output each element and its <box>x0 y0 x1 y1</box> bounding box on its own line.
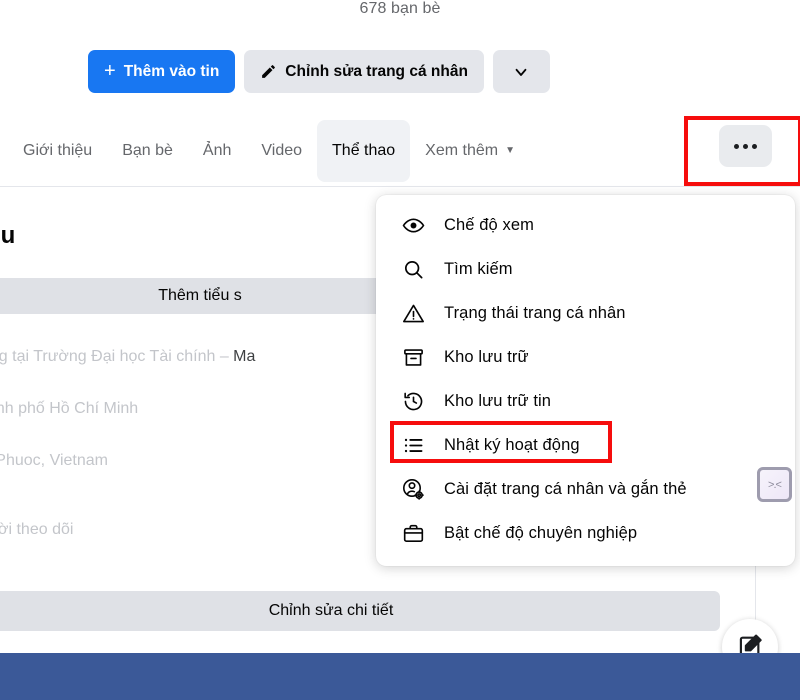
menu-item-kho-luu-tru[interactable]: Kho lưu trữ <box>382 335 789 379</box>
add-to-story-label: Thêm vào tin <box>123 62 220 80</box>
menu-item-label: Bật chế độ chuyên nghiệp <box>444 523 638 542</box>
menu-item-kho-luu-tru-tin[interactable]: Kho lưu trữ tin <box>382 379 789 423</box>
profile-more-menu: Chế độ xem Tìm kiếm Trạng thái trang cá … <box>376 195 795 566</box>
detail-text-solid: Ma <box>233 348 256 365</box>
add-bio-label: Thêm tiểu s <box>158 287 242 304</box>
emoji-face-icon: >.< <box>768 478 782 491</box>
more-actions-button[interactable] <box>492 50 550 93</box>
tab-ban-be[interactable]: Bạn bè <box>107 120 188 182</box>
menu-item-label: Trạng thái trang cá nhân <box>444 303 626 322</box>
profile-detail-hometown: n từ Bình Phuoc, Vietnam <box>0 452 108 470</box>
edit-details-label: Chỉnh sửa chi tiết <box>268 602 394 619</box>
ellipsis-icon <box>743 143 748 149</box>
menu-item-trang-thai-trang-ca-nhan[interactable]: Trạng thái trang cá nhân <box>382 291 789 335</box>
menu-item-che-do-xem[interactable]: Chế độ xem <box>382 203 789 247</box>
pencil-icon <box>260 63 277 80</box>
warning-triangle-icon <box>400 300 426 326</box>
menu-item-label: Chế độ xem <box>444 215 534 234</box>
menu-item-label: Cài đặt trang cá nhân và gắn thẻ <box>444 479 687 498</box>
profile-detail-location: ng tại Thành phố Hồ Chí Minh <box>0 400 138 418</box>
tab-label: Giới thiệu <box>23 142 93 159</box>
tab-label: Xem thêm <box>425 142 499 159</box>
menu-item-label: Kho lưu trữ <box>444 347 529 366</box>
edit-profile-button[interactable]: Chỉnh sửa trang cá nhân <box>244 50 484 93</box>
add-to-story-button[interactable]: + Thêm vào tin <box>88 50 236 93</box>
detail-text-faded: c Marketing tại Trường Đại học Tài chính… <box>0 348 229 365</box>
menu-item-nhat-ky-hoat-dong[interactable]: Nhật ký hoạt động <box>382 423 789 467</box>
ellipsis-icon <box>734 143 739 149</box>
search-icon <box>400 256 426 282</box>
chevron-down-icon <box>512 63 530 81</box>
edit-profile-label: Chỉnh sửa trang cá nhân <box>285 62 468 80</box>
chat-emoji-tile[interactable]: >.< <box>757 467 792 502</box>
tab-gioi-thieu[interactable]: Giới thiệu <box>8 120 107 182</box>
tab-anh[interactable]: Ảnh <box>188 120 246 182</box>
ellipsis-icon <box>752 143 757 149</box>
menu-item-label: Kho lưu trữ tin <box>444 391 552 410</box>
bottom-app-bar <box>0 653 800 700</box>
menu-item-bat-che-do-chuyen-nghiep[interactable]: Bật chế độ chuyên nghiệp <box>382 511 789 555</box>
briefcase-icon <box>400 520 426 546</box>
menu-item-tim-kiem[interactable]: Tìm kiếm <box>382 247 789 291</box>
menu-item-cai-dat-trang-ca-nhan-va-gan-the[interactable]: Cài đặt trang cá nhân và gắn thẻ <box>382 467 789 511</box>
tab-label: Bạn bè <box>122 142 173 159</box>
profile-detail-education: c Marketing tại Trường Đại học Tài chính… <box>0 348 255 366</box>
tab-xem-them[interactable]: Xem thêm ▼ <box>410 120 530 182</box>
list-bullet-icon <box>400 432 426 458</box>
tab-label: Ảnh <box>202 142 232 159</box>
facebook-profile-screen: 678 bạn bè + Thêm vào tin Chỉnh sửa tran… <box>0 0 800 700</box>
detail-text-faded: n từ Bình Phuoc, Vietnam <box>0 452 108 469</box>
eye-icon <box>400 212 426 238</box>
profile-tabs-bar: Giới thiệu Bạn bè Ảnh Video Thể thao Xem… <box>0 115 800 187</box>
tab-label: Thể thao <box>332 142 396 159</box>
user-gear-icon <box>400 476 426 502</box>
profile-action-buttons: + Thêm vào tin Chỉnh sửa trang cá nhân <box>88 50 550 93</box>
tab-label: Video <box>261 142 303 159</box>
friend-count-label: 678 bạn bè <box>359 0 441 17</box>
edit-details-button[interactable]: Chỉnh sửa chi tiết <box>0 591 720 631</box>
detail-text-faded: o 241 người theo dõi <box>0 521 74 538</box>
intro-section-heading: thiệu <box>0 222 16 249</box>
more-options-button[interactable] <box>719 125 772 167</box>
plus-icon: + <box>104 59 116 82</box>
chevron-down-icon: ▼ <box>505 145 515 156</box>
menu-item-label: Nhật ký hoạt động <box>444 435 580 454</box>
profile-tabs: Giới thiệu Bạn bè Ảnh Video Thể thao Xem… <box>8 115 530 187</box>
clock-history-icon <box>400 388 426 414</box>
archive-box-icon <box>400 344 426 370</box>
tab-the-thao[interactable]: Thể thao <box>317 120 411 182</box>
detail-text-faded: ng tại Thành phố Hồ Chí Minh <box>0 400 139 417</box>
menu-item-label: Tìm kiếm <box>444 259 513 278</box>
tab-video[interactable]: Video <box>246 120 317 182</box>
profile-detail-followers: o 241 người theo dõi <box>0 521 73 539</box>
